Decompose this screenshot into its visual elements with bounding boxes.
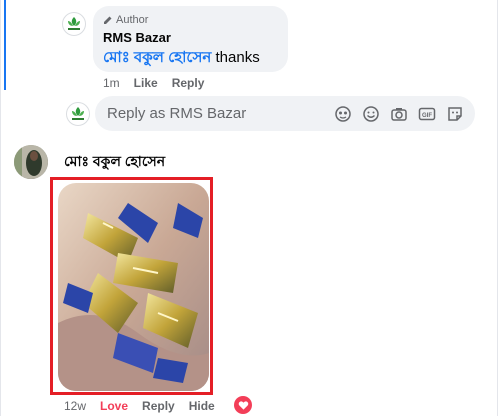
author-badge-label: Author [116,14,149,26]
love-button[interactable]: Love [100,399,128,413]
photo-highlight-frame [50,177,213,395]
reply-author-name[interactable]: RMS Bazar [103,30,171,45]
composer-icons: GIF [333,104,465,124]
comment-time[interactable]: 12w [64,399,86,413]
leaf-logo-icon [68,17,80,30]
reply-bubble: Author RMS Bazar মোঃ বকুল হোসেন thanks [93,6,288,72]
reply-time[interactable]: 1m [103,76,120,90]
heart-icon [238,400,248,410]
emoji-icon[interactable] [361,104,381,124]
camera-icon[interactable] [389,104,409,124]
comment-photo[interactable] [58,183,209,391]
reaction-heart[interactable] [234,396,252,414]
comment-actions: 12w Love Reply Hide [64,399,215,413]
page-avatar[interactable] [62,12,86,36]
like-button[interactable]: Like [134,76,158,90]
gif-icon[interactable]: GIF [417,104,437,124]
comment-author-name[interactable]: মোঃ বকুল হোসেন [64,150,165,174]
reply-input-placeholder[interactable]: Reply as RMS Bazar [107,105,333,122]
reply-input[interactable]: Reply as RMS Bazar GIF [95,96,475,131]
author-badge: Author [103,14,148,26]
candy-photo [58,183,209,391]
reply-body: thanks [211,49,260,66]
pencil-icon [104,16,112,24]
sticker-icon[interactable] [445,104,465,124]
user-photo [14,145,48,179]
mention-link[interactable]: মোঃ বকুল হোসেন [103,49,211,66]
reply-text: মোঃ বকুল হোসেন thanks [103,46,260,71]
comment-reply-button[interactable]: Reply [142,399,175,413]
leaf-logo-icon [72,107,84,120]
hide-button[interactable]: Hide [189,399,215,413]
svg-text:GIF: GIF [422,113,432,119]
reply-actions: 1m Like Reply [103,76,204,90]
thread-line [4,0,6,90]
left-divider [0,0,1,416]
user-avatar[interactable] [14,145,48,179]
composer-avatar [66,102,90,126]
sticker-face-icon[interactable] [333,104,353,124]
reply-button[interactable]: Reply [172,76,205,90]
